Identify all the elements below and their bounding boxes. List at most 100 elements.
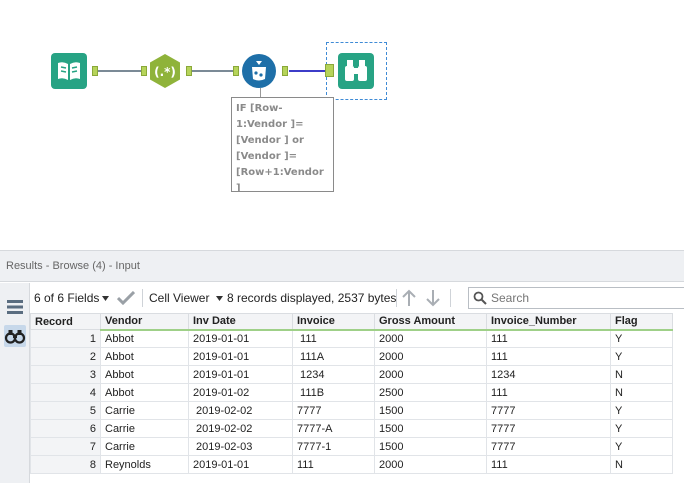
regex-icon: (.*) [150, 54, 180, 88]
table-row[interactable]: 7 Carrie 2019-02-03 7777-1 1500 7777 Y [30, 437, 673, 456]
column-header-invoice[interactable]: Invoice [292, 313, 375, 331]
input-anchor[interactable] [233, 66, 239, 76]
connection-wire[interactable] [98, 70, 146, 72]
column-header-vendor[interactable]: Vendor [100, 313, 189, 331]
record-cell: 7 [30, 437, 101, 456]
gross-amount-cell[interactable]: 1500 [374, 401, 487, 420]
vendor-cell[interactable]: Carrie [100, 401, 189, 420]
cell-viewer-dropdown[interactable]: Cell Viewer [149, 291, 209, 305]
formula-flask-icon [242, 54, 276, 88]
browse-tool[interactable] [338, 53, 374, 89]
fields-selector[interactable]: 6 of 6 Fields [34, 291, 99, 305]
gross-amount-cell[interactable]: 2000 [374, 455, 487, 474]
inv-date-cell[interactable]: 2019-01-01 [188, 329, 293, 348]
invoice-number-cell[interactable]: 7777 [486, 419, 611, 438]
magnifier-icon [473, 291, 487, 305]
output-anchor[interactable] [186, 66, 192, 76]
inv-date-cell[interactable]: 2019-02-02 [188, 401, 293, 420]
table-row[interactable]: 6 Carrie 2019-02-02 7777-A 1500 7777 Y [30, 419, 673, 438]
vendor-cell[interactable]: Abbot [100, 383, 189, 402]
invoice-number-cell[interactable]: 111 [486, 347, 611, 366]
search-input[interactable] [491, 290, 681, 306]
formula-annotation[interactable]: IF [Row- 1:Vendor ]= [Vendor ] or [Vendo… [231, 97, 334, 192]
invoice-number-cell[interactable]: 7777 [486, 401, 611, 420]
table-row[interactable]: 4 Abbot 2019-01-02 111B 2500 111 N [30, 383, 673, 402]
flag-cell[interactable]: Y [610, 419, 673, 438]
column-header-inv-date[interactable]: Inv Date [188, 313, 293, 331]
invoice-number-cell[interactable]: 7777 [486, 437, 611, 456]
flag-cell[interactable]: Y [610, 437, 673, 456]
formula-tool[interactable] [241, 53, 277, 89]
invoice-cell[interactable]: 7777 [292, 401, 375, 420]
invoice-cell[interactable]: 111A [292, 347, 375, 366]
chevron-down-icon[interactable] [102, 296, 109, 301]
connection-wire[interactable] [192, 70, 238, 72]
gross-amount-cell[interactable]: 1500 [374, 419, 487, 438]
table-row[interactable]: 8 Reynolds 2019-01-01 111 2000 111 N [30, 455, 673, 474]
invoice-number-cell[interactable]: 111 [486, 455, 611, 474]
gross-amount-cell[interactable]: 2000 [374, 329, 487, 348]
check-icon[interactable] [117, 291, 135, 305]
connection-wire-selected[interactable] [289, 70, 325, 72]
vendor-cell[interactable]: Abbot [100, 365, 189, 384]
invoice-cell[interactable]: 1234 [292, 365, 375, 384]
invoice-number-cell[interactable]: 111 [486, 383, 611, 402]
invoice-cell[interactable]: 111 [292, 329, 375, 348]
search-box[interactable] [468, 287, 684, 309]
gross-amount-cell[interactable]: 2500 [374, 383, 487, 402]
regex-tool[interactable]: (.*) [147, 53, 183, 89]
flag-cell[interactable]: Y [610, 347, 673, 366]
gross-amount-cell[interactable]: 2000 [374, 365, 487, 384]
record-cell: 8 [30, 455, 101, 474]
flag-cell[interactable]: Y [610, 329, 673, 348]
column-header-record[interactable]: Record [30, 313, 101, 330]
workflow-canvas[interactable]: (.*) IF [Row- 1:Vendor ]= [Vendor ] or [… [0, 0, 684, 250]
binoculars-icon [4, 330, 26, 344]
table-row[interactable]: 3 Abbot 2019-01-01 1234 2000 1234 N [30, 365, 673, 384]
svg-text:(.*): (.*) [154, 65, 176, 79]
flag-cell[interactable]: Y [610, 401, 673, 420]
table-row[interactable]: 2 Abbot 2019-01-01 111A 2000 111 Y [30, 347, 673, 366]
invoice-cell[interactable]: 111 [292, 455, 375, 474]
toolbar-divider [450, 289, 451, 307]
input-anchor[interactable] [325, 64, 334, 77]
vendor-cell[interactable]: Carrie [100, 437, 189, 456]
binoculars-icon [338, 53, 374, 89]
inv-date-cell[interactable]: 2019-02-02 [188, 419, 293, 438]
inv-date-cell[interactable]: 2019-01-01 [188, 347, 293, 366]
column-header-invoice-number[interactable]: Invoice_Number [486, 313, 611, 331]
inv-date-cell[interactable]: 2019-01-01 [188, 455, 293, 474]
invoice-cell[interactable]: 7777-1 [292, 437, 375, 456]
column-header-flag[interactable]: Flag [610, 313, 673, 331]
arrow-down-icon[interactable] [425, 289, 441, 307]
invoice-cell[interactable]: 7777-A [292, 419, 375, 438]
metadata-view-button[interactable] [4, 296, 26, 318]
flag-cell[interactable]: N [610, 365, 673, 384]
arrow-up-icon[interactable] [401, 289, 417, 307]
vendor-cell[interactable]: Carrie [100, 419, 189, 438]
output-anchor[interactable] [282, 66, 288, 76]
vendor-cell[interactable]: Reynolds [100, 455, 189, 474]
flag-cell[interactable]: N [610, 383, 673, 402]
record-cell: 3 [30, 365, 101, 384]
gross-amount-cell[interactable]: 1500 [374, 437, 487, 456]
chevron-down-icon[interactable] [216, 296, 223, 301]
flag-cell[interactable]: N [610, 455, 673, 474]
invoice-number-cell[interactable]: 1234 [486, 365, 611, 384]
data-view-button[interactable] [4, 325, 26, 347]
inv-date-cell[interactable]: 2019-02-03 [188, 437, 293, 456]
vendor-cell[interactable]: Abbot [100, 347, 189, 366]
record-cell: 5 [30, 401, 101, 420]
table-row[interactable]: 5 Carrie 2019-02-02 7777 1500 7777 Y [30, 401, 673, 420]
input-data-tool[interactable] [51, 53, 87, 89]
vendor-cell[interactable]: Abbot [100, 329, 189, 348]
table-row[interactable]: 1 Abbot 2019-01-01 111 2000 111 Y [30, 329, 673, 348]
inv-date-cell[interactable]: 2019-01-01 [188, 365, 293, 384]
output-anchor[interactable] [92, 66, 98, 76]
results-side-rail [0, 283, 30, 483]
invoice-number-cell[interactable]: 111 [486, 329, 611, 348]
column-header-gross-amount[interactable]: Gross Amount [374, 313, 487, 331]
invoice-cell[interactable]: 111B [292, 383, 375, 402]
inv-date-cell[interactable]: 2019-01-02 [188, 383, 293, 402]
gross-amount-cell[interactable]: 2000 [374, 347, 487, 366]
